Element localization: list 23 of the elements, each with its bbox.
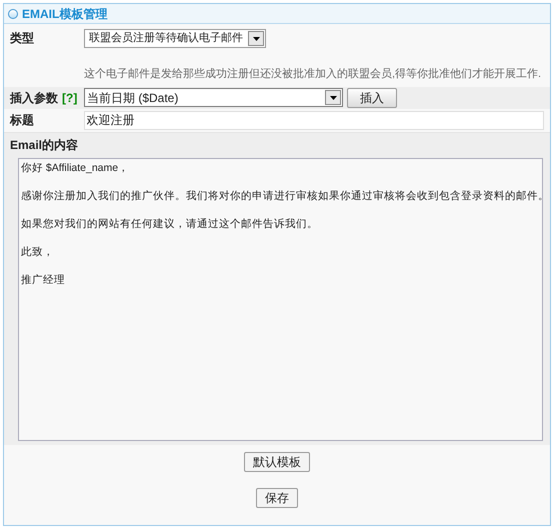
type-label: 类型	[10, 30, 35, 47]
subject-label: 标题	[10, 112, 35, 129]
caret-icon	[330, 96, 336, 100]
subject-field[interactable]: 欢迎注册	[84, 110, 544, 130]
body-text-line: 感谢你注册加入我们的推广伙伴。我们将对你的申请进行审核如果你通过审核将会收到包含登录资料的邮件。	[21, 188, 540, 202]
save-button[interactable]: 保存	[256, 488, 298, 508]
type-description: 这个电子邮件是发给那些成功注册但还没被批准加入的联盟会员,得等你批准他们才能开展工作.	[84, 66, 542, 82]
parameter-select[interactable]: 当前日期 ($Date)	[84, 88, 343, 107]
body-text-line: 推广经理	[21, 272, 66, 286]
insert-button[interactable]: 插入	[347, 88, 397, 108]
panel-title: EMAIL模板管理	[22, 6, 108, 22]
help-link[interactable]: [?]	[62, 88, 84, 106]
email-body-field[interactable]: 你好 $Affiliate_name， 感谢你注册加入我们的推广伙伴。我们将对你的申请进行审核如果你通过审核将会收到包含登录资料的邮件。 如果您对我们的网站有任何建议，请通过这个邮件告诉我们。 此致， 推广经理	[18, 158, 543, 440]
body-text-line: 如果您对我们的网站有任何建议，请通过这个邮件告诉我们。	[21, 216, 319, 230]
dropdown-button[interactable]	[248, 31, 264, 46]
body-label: Email的内容	[10, 136, 80, 154]
body-text-line: 你好 $Affiliate_name，	[21, 160, 130, 174]
caret-icon	[252, 36, 260, 40]
default-template-button[interactable]: 默认模板	[244, 452, 310, 472]
body-text-line: 此致，	[21, 244, 55, 258]
dropdown-button[interactable]	[325, 90, 341, 105]
insert-label: 插入参数	[10, 90, 59, 106]
type-select[interactable]: 联盟会员注册等待确认电子邮件	[84, 29, 266, 48]
